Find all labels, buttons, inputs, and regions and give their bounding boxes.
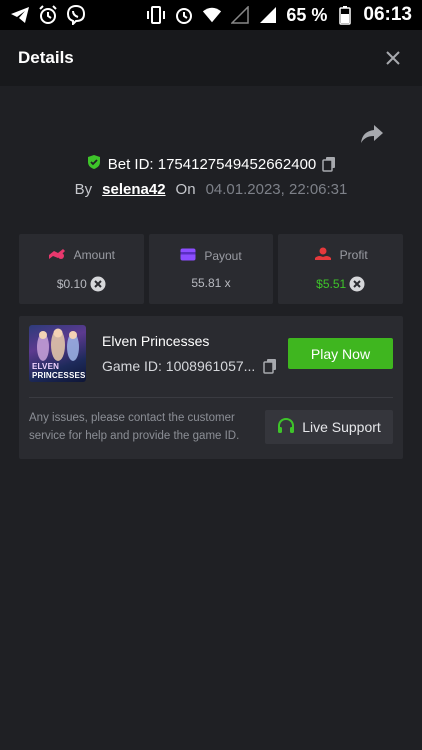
share-button[interactable] <box>360 124 386 146</box>
signal-icon <box>258 5 278 25</box>
stat-amount-value: $0.10 <box>56 276 87 291</box>
stat-payout-value-row: 55.81 x <box>191 276 230 290</box>
copy-bet-id-icon[interactable] <box>322 156 336 172</box>
verified-shield-icon <box>86 154 102 175</box>
page-title: Details <box>18 48 74 67</box>
stat-payout-value: 55.81 x <box>191 276 231 290</box>
bet-date: 04.01.2023, 22:06:31 <box>205 180 348 198</box>
by-label: By <box>74 180 93 198</box>
stat-profit: Profit $5.51 <box>278 234 404 304</box>
stat-payout: Payout 55.81 x <box>148 234 274 304</box>
support-message: Any issues, please contact the customer … <box>29 412 240 442</box>
status-bar: 65 % 06:13 <box>0 0 422 30</box>
live-support-label: Live Support <box>302 419 381 435</box>
thumb-title-line1: ELVEN <box>32 362 60 371</box>
bet-author-row: By selena42 On 04.01.2023, 22:06:31 <box>0 178 422 200</box>
stat-amount: Amount $0.10 <box>19 234 144 304</box>
game-card: ELVEN PRINCESSES Elven Princesses Game I… <box>19 316 403 459</box>
currency-icon <box>349 276 365 292</box>
viber-icon <box>66 5 86 25</box>
stat-profit-value: $5.51 <box>316 276 347 291</box>
battery-icon <box>335 5 355 25</box>
live-support-button[interactable]: Live Support <box>265 410 393 444</box>
stat-profit-head: Profit <box>314 247 368 264</box>
card-icon <box>180 248 196 264</box>
telegram-icon <box>10 5 30 25</box>
game-name: Elven Princesses <box>102 333 210 349</box>
stat-profit-value-row: $5.51 <box>316 276 365 292</box>
stat-payout-head: Payout <box>180 248 242 264</box>
thumb-title-line2: PRINCESSES <box>32 371 86 380</box>
bet-stats: Amount $0.10 Payout 55.81 x Profit $5.51 <box>19 234 404 304</box>
stat-amount-head: Amount <box>48 247 115 264</box>
copy-game-id-icon[interactable] <box>263 358 277 374</box>
game-id-row: Game ID: 1008961057... <box>102 358 277 374</box>
alarm-icon <box>38 5 58 25</box>
profit-icon <box>314 247 332 264</box>
status-bar-left <box>10 5 86 25</box>
signal-empty-icon <box>230 5 250 25</box>
alarm-icon <box>174 5 194 25</box>
close-button[interactable] <box>382 47 404 69</box>
stat-payout-label: Payout <box>204 249 242 263</box>
on-label: On <box>175 180 196 198</box>
stat-profit-label: Profit <box>339 248 368 262</box>
bet-id: Bet ID: 1754127549452662400 <box>107 155 317 173</box>
bet-id-row: Bet ID: 1754127549452662400 <box>0 152 422 176</box>
currency-icon <box>90 276 106 292</box>
divider <box>29 397 393 398</box>
battery-percent: 65 % <box>286 4 328 25</box>
stat-amount-label: Amount <box>73 248 116 262</box>
game-thumbnail[interactable]: ELVEN PRINCESSES <box>29 325 86 382</box>
coins-icon <box>48 247 66 264</box>
share-icon <box>361 125 383 143</box>
close-icon <box>386 51 400 65</box>
headset-icon <box>277 417 295 438</box>
play-now-button[interactable]: Play Now <box>288 338 393 369</box>
wifi-icon <box>202 5 222 25</box>
stat-amount-value-row: $0.10 <box>57 276 106 292</box>
username-link[interactable]: selena42 <box>102 181 165 198</box>
game-id: Game ID: 1008961057... <box>102 358 256 374</box>
status-bar-right: 65 % 06:13 <box>146 4 412 26</box>
details-header: Details <box>0 30 422 86</box>
clock: 06:13 <box>363 4 412 25</box>
vibrate-icon <box>146 5 166 25</box>
